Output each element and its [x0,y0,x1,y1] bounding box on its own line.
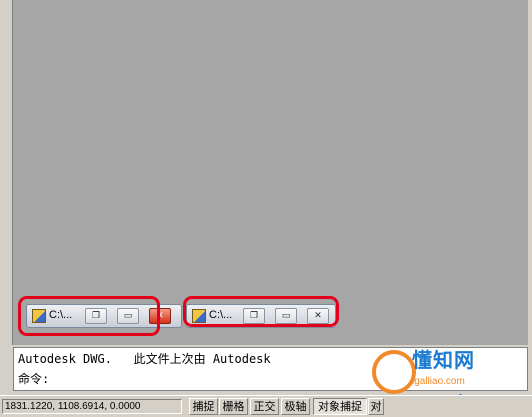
command-history-line: Autodesk DWG. 此文件上次由 Autodesk [18,352,271,366]
polar-toggle[interactable]: 极轴 [281,398,310,415]
window-title: C:\... [49,309,73,321]
minimized-drawing-window-2[interactable]: C:\... ❐ ▭ ✕ [186,304,336,328]
command-window[interactable]: Autodesk DWG. 此文件上次由 Autodesk 命令: [13,347,528,391]
close-button[interactable]: ✕ [307,308,329,324]
maximize-button[interactable]: ▭ [117,308,139,324]
otrack-toggle[interactable]: 对 [368,398,384,415]
window-title: C:\... [209,309,233,321]
command-area: Autodesk DWG. 此文件上次由 Autodesk 命令: [0,345,532,395]
command-prompt[interactable]: 命令: [18,372,49,386]
window-frame-left [0,0,13,345]
window-frame-right [528,0,532,345]
restore-button[interactable]: ❐ [85,308,107,324]
maximize-button[interactable]: ▭ [275,308,297,324]
drawing-canvas[interactable] [13,0,528,345]
close-button[interactable]: ✕ [149,308,171,324]
restore-button[interactable]: ❐ [243,308,265,324]
osnap-toggle[interactable]: 对象捕捉 [313,398,367,415]
autocad-file-icon [32,309,46,323]
minimized-drawing-window-1[interactable]: C:\... ❐ ▭ ✕ [26,304,182,328]
status-bar: 1831.1220, 1108.6914, 0.0000 捕捉 栅格 正交 极轴… [0,395,532,417]
snap-toggle[interactable]: 捕捉 [189,398,218,415]
grid-toggle[interactable]: 栅格 [219,398,248,415]
coordinate-readout: 1831.1220, 1108.6914, 0.0000 [2,399,182,414]
ortho-toggle[interactable]: 正交 [250,398,279,415]
autocad-file-icon [192,309,206,323]
